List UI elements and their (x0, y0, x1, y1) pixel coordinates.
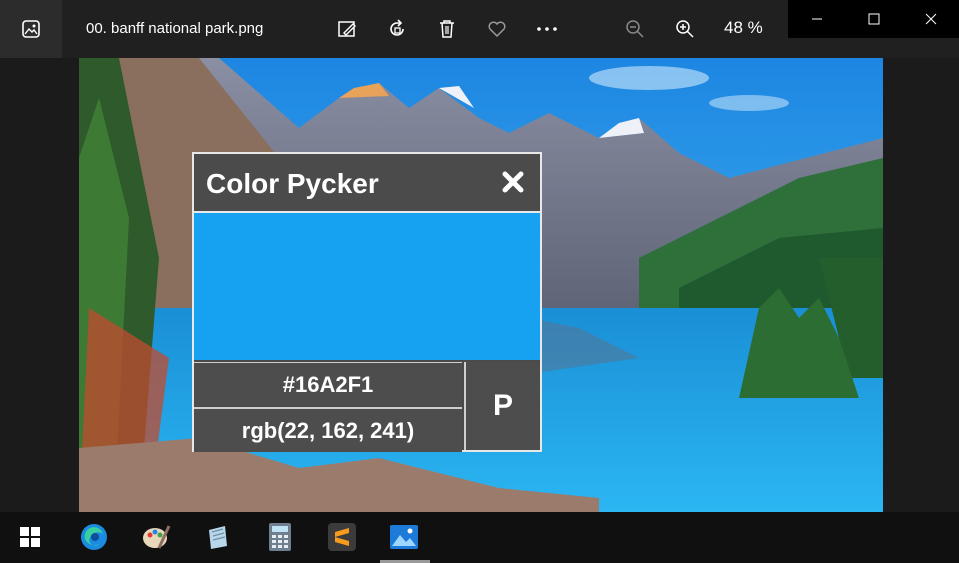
start-icon[interactable] (12, 519, 48, 555)
minimize-icon[interactable] (788, 0, 845, 38)
close-icon[interactable] (902, 0, 959, 38)
photos-app-icon[interactable] (0, 0, 62, 58)
zoom-level[interactable]: 48 % (724, 18, 763, 38)
notes-icon[interactable] (200, 519, 236, 555)
picker-title: Color Pycker (206, 168, 379, 199)
color-picker-dialog: Color Pycker #16A2F1 rgb(22, 162, 241) P (192, 152, 542, 452)
edge-icon[interactable] (76, 519, 112, 555)
delete-icon[interactable] (432, 14, 462, 44)
edit-image-icon[interactable] (332, 14, 362, 44)
photos-icon[interactable] (386, 519, 422, 555)
taskbar (0, 512, 959, 563)
rotate-icon[interactable] (382, 14, 412, 44)
paint-icon[interactable] (138, 519, 174, 555)
favorite-icon[interactable] (482, 14, 512, 44)
title-bar: 00. banff national park.png 48 % (0, 0, 959, 58)
rgb-value[interactable]: rgb(22, 162, 241) (194, 407, 462, 452)
sublime-icon[interactable] (324, 519, 360, 555)
zoom-in-icon[interactable] (670, 14, 700, 44)
more-icon[interactable] (532, 14, 562, 44)
window-controls (788, 0, 959, 38)
color-swatch (194, 213, 540, 360)
zoom-out-icon[interactable] (620, 14, 650, 44)
calculator-icon[interactable] (262, 519, 298, 555)
hex-value[interactable]: #16A2F1 (194, 362, 462, 406)
close-icon[interactable] (498, 167, 528, 197)
picker-header: Color Pycker (194, 154, 540, 213)
file-name: 00. banff national park.png (86, 20, 264, 37)
maximize-icon[interactable] (845, 0, 902, 38)
pick-button[interactable]: P (464, 362, 540, 450)
